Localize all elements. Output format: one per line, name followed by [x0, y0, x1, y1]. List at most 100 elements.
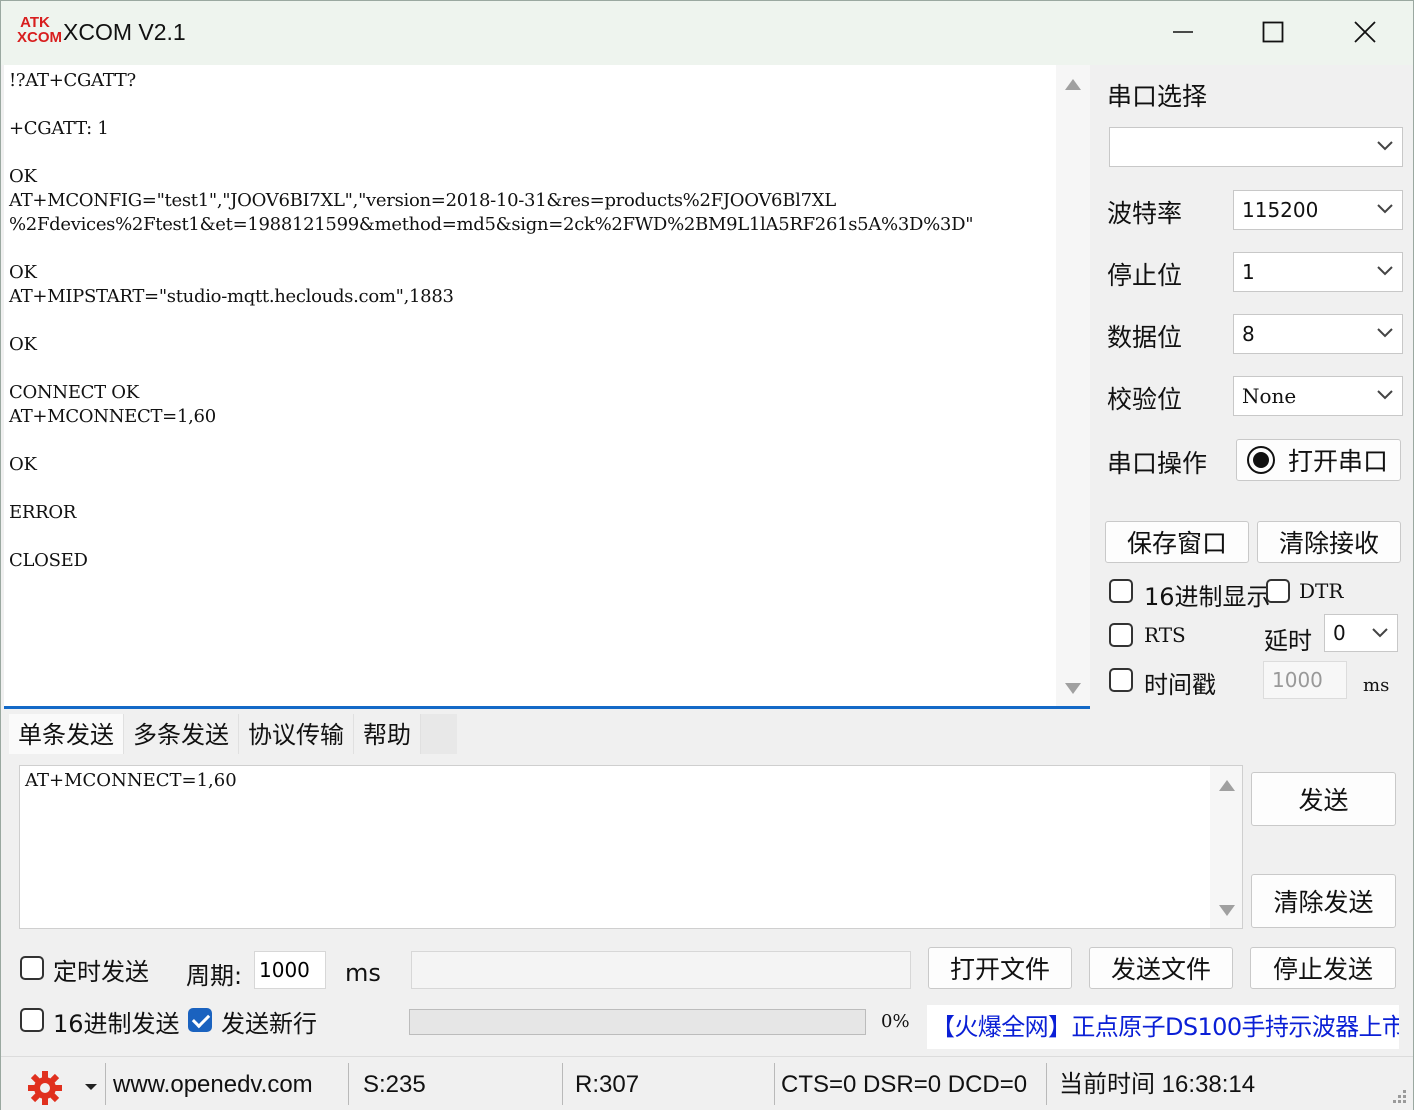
clear-send-button-label: 清除发送: [1273, 888, 1374, 917]
clear-receive-button[interactable]: 清除接收: [1257, 521, 1401, 563]
chevron-down-icon: [1377, 266, 1393, 276]
port-select-label: 串口选择: [1107, 82, 1208, 111]
data-bits-label: 数据位: [1107, 323, 1183, 352]
send-button-label: 发送: [1298, 786, 1349, 815]
tab-single-send[interactable]: 单条发送: [9, 714, 124, 754]
stop-bits-value: 1: [1242, 260, 1255, 284]
timestamp-interval-input[interactable]: 1000: [1263, 661, 1347, 699]
open-port-button-label: 打开串口: [1287, 447, 1388, 476]
receive-scrollbar[interactable]: [1056, 65, 1090, 706]
parity-select[interactable]: None: [1233, 376, 1403, 416]
send-button[interactable]: 发送: [1251, 772, 1396, 826]
timestamp-unit: ms: [1363, 675, 1390, 696]
port-select[interactable]: [1109, 127, 1403, 167]
delay-label: 延时: [1264, 627, 1312, 655]
tab-multi-send[interactable]: 多条发送: [124, 714, 239, 754]
current-time: 当前时间 16:38:14: [1059, 1071, 1256, 1098]
ad-link[interactable]: 【火爆全网】正点原子DS100手持示波器上市: [927, 1005, 1399, 1049]
rts-label: RTS: [1144, 623, 1186, 647]
status-separator: [774, 1063, 775, 1105]
stop-send-button-label: 停止发送: [1272, 955, 1373, 984]
scroll-up-arrow-icon[interactable]: [1219, 780, 1235, 791]
period-input[interactable]: 1000: [254, 951, 326, 989]
stop-bits-select[interactable]: 1: [1233, 252, 1403, 292]
app-window: ATK XCOM XCOM V2.1 !?AT+CGATT? +CGATT: 1…: [0, 0, 1414, 1110]
baud-value: 115200: [1242, 198, 1319, 222]
resize-grip-icon[interactable]: [1387, 1084, 1407, 1104]
timed-send-label: 定时发送: [53, 958, 149, 986]
app-logo-bottom: XCOM: [17, 29, 62, 46]
open-file-button-label: 打开文件: [949, 955, 1050, 984]
received-count: R:307: [575, 1071, 640, 1098]
delay-value: 0: [1333, 621, 1346, 645]
chevron-down-icon: [1377, 328, 1393, 338]
tab-protocol[interactable]: 协议传输: [239, 714, 354, 754]
line-status: CTS=0 DSR=0 DCD=0: [781, 1071, 1028, 1098]
close-icon: [1354, 21, 1376, 43]
receive-text: !?AT+CGATT? +CGATT: 1 OK AT+MCONFIG="tes…: [9, 70, 974, 571]
maximize-icon: [1262, 21, 1284, 43]
timed-send-checkbox[interactable]: [20, 956, 44, 980]
send-newline-checkbox[interactable]: [188, 1008, 212, 1032]
parity-label: 校验位: [1107, 385, 1183, 414]
send-input-text: AT+MCONNECT=1,60: [25, 770, 237, 791]
send-newline-label: 发送新行: [221, 1010, 317, 1038]
hex-display-checkbox[interactable]: [1109, 579, 1133, 603]
window-title: XCOM V2.1: [63, 19, 186, 45]
open-file-button[interactable]: 打开文件: [928, 947, 1072, 989]
app-logo: ATK XCOM: [17, 14, 62, 49]
receive-area[interactable]: !?AT+CGATT? +CGATT: 1 OK AT+MCONFIG="tes…: [4, 65, 1090, 709]
app-logo-top: ATK: [20, 14, 50, 31]
data-bits-select[interactable]: 8: [1233, 314, 1403, 354]
dtr-label: DTR: [1299, 579, 1344, 603]
chevron-down-icon: [1377, 141, 1393, 151]
sent-count: S:235: [363, 1071, 426, 1098]
scroll-up-arrow-icon[interactable]: [1065, 79, 1081, 90]
status-bar: www.openedv.com S:235 R:307 CTS=0 DSR=0 …: [1, 1056, 1413, 1110]
baud-label: 波特率: [1107, 199, 1183, 228]
settings-menu-caret-icon[interactable]: [85, 1084, 97, 1090]
clear-send-button[interactable]: 清除发送: [1251, 874, 1396, 928]
send-scrollbar[interactable]: [1210, 766, 1242, 928]
status-separator: [348, 1063, 349, 1105]
timestamp-label: 时间戳: [1144, 671, 1216, 699]
baud-select[interactable]: 115200: [1233, 190, 1403, 230]
stop-bits-label: 停止位: [1107, 261, 1183, 290]
save-window-button[interactable]: 保存窗口: [1105, 521, 1249, 563]
minimize-button[interactable]: [1137, 1, 1229, 63]
close-button[interactable]: [1319, 1, 1411, 63]
scroll-down-arrow-icon[interactable]: [1065, 683, 1081, 694]
delay-select[interactable]: 0: [1324, 614, 1398, 652]
send-tabs: 单条发送 多条发送 协议传输 帮助: [9, 714, 421, 754]
title-bar[interactable]: ATK XCOM XCOM V2.1: [1, 1, 1413, 65]
send-file-button[interactable]: 发送文件: [1089, 947, 1233, 989]
gear-icon[interactable]: [27, 1070, 63, 1106]
dtr-checkbox[interactable]: [1266, 579, 1290, 603]
send-file-button-label: 发送文件: [1110, 955, 1211, 984]
send-progress-percent: 0%: [881, 1011, 910, 1032]
hex-send-checkbox[interactable]: [20, 1008, 44, 1032]
timestamp-checkbox[interactable]: [1109, 668, 1133, 692]
parity-value: None: [1242, 384, 1297, 408]
file-path-field[interactable]: [411, 951, 911, 989]
hex-send-label: 16进制发送: [53, 1010, 180, 1038]
scroll-down-arrow-icon[interactable]: [1219, 905, 1235, 916]
website-link[interactable]: www.openedv.com: [113, 1065, 313, 1105]
chevron-down-icon: [1377, 204, 1393, 214]
open-port-button[interactable]: 打开串口: [1236, 439, 1401, 481]
minimize-icon: [1173, 31, 1193, 33]
tab-help[interactable]: 帮助: [354, 714, 421, 754]
period-label: 周期:: [186, 962, 243, 990]
save-window-button-label: 保存窗口: [1126, 529, 1227, 558]
hex-display-label: 16进制显示: [1144, 583, 1271, 611]
period-unit: ms: [345, 959, 381, 987]
chevron-down-icon: [1377, 390, 1393, 400]
send-input[interactable]: AT+MCONNECT=1,60: [19, 765, 1243, 929]
rts-checkbox[interactable]: [1109, 623, 1133, 647]
status-separator: [562, 1063, 563, 1105]
port-operation-label: 串口操作: [1107, 449, 1208, 478]
data-bits-value: 8: [1242, 322, 1255, 346]
port-status-radio-icon: [1247, 446, 1275, 474]
stop-send-button[interactable]: 停止发送: [1250, 947, 1396, 989]
maximize-button[interactable]: [1227, 1, 1319, 63]
